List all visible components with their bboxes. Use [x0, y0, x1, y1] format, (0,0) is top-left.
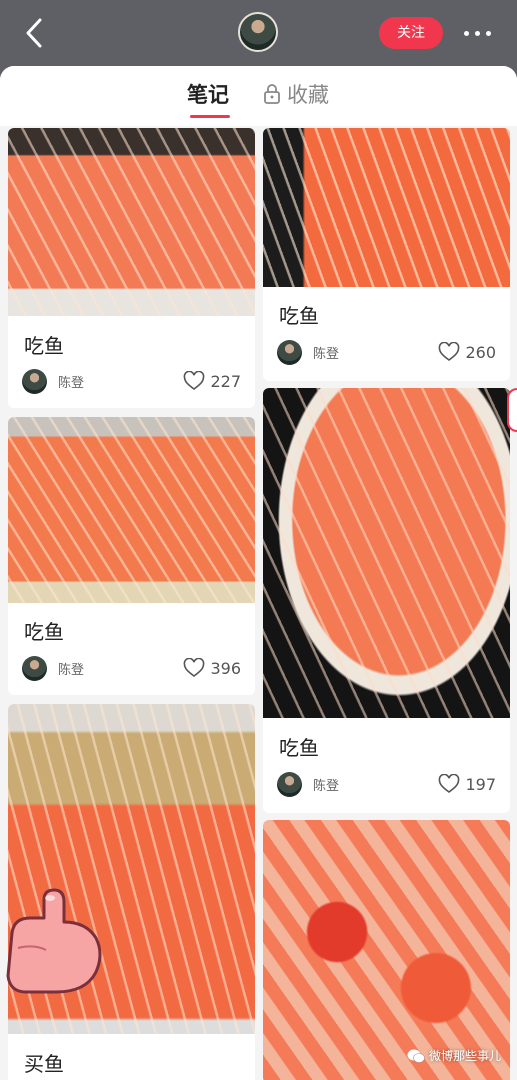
note-title: 吃鱼: [279, 736, 319, 760]
author-avatar: [22, 368, 47, 394]
like-count[interactable]: 260: [438, 339, 496, 365]
author-avatar: [277, 771, 302, 797]
note-title: 吃鱼: [24, 334, 64, 358]
top-bar: 关注: [0, 0, 517, 66]
heart-icon: [439, 342, 460, 361]
floating-side-tab[interactable]: [507, 388, 517, 432]
note-author[interactable]: 陈登: [22, 368, 84, 394]
author-name: 陈登: [313, 778, 340, 794]
note-image: [263, 128, 510, 287]
note-card[interactable]: [263, 820, 510, 1080]
note-title: 买鱼: [24, 1052, 64, 1076]
note-author[interactable]: 陈登: [277, 339, 339, 365]
note-author[interactable]: 陈登: [277, 771, 339, 797]
note-card[interactable]: 吃鱼 陈登 396: [8, 417, 255, 695]
note-card[interactable]: 吃鱼 陈登 197: [263, 388, 510, 813]
like-number: 227: [210, 371, 241, 391]
note-image: [263, 388, 510, 718]
note-author[interactable]: 陈登: [22, 655, 84, 681]
author-name: 陈登: [313, 346, 340, 362]
heart-icon: [439, 774, 460, 793]
like-count[interactable]: 396: [183, 655, 241, 681]
author-avatar: [22, 655, 47, 681]
like-count[interactable]: 227: [183, 368, 241, 394]
author-name: 陈登: [58, 662, 85, 678]
tab-collections[interactable]: 收藏: [263, 80, 329, 110]
back-icon[interactable]: [18, 14, 52, 52]
like-number: 260: [465, 342, 496, 362]
note-card[interactable]: 吃鱼 陈登 227: [8, 128, 255, 408]
like-number: 396: [210, 658, 241, 678]
author-avatar: [277, 339, 302, 365]
heart-icon: [184, 658, 205, 677]
note-title: 吃鱼: [279, 304, 319, 328]
avatar[interactable]: [238, 12, 278, 52]
tab-collections-label: 收藏: [287, 83, 329, 107]
like-number: 197: [465, 774, 496, 794]
like-count[interactable]: 197: [438, 771, 496, 797]
note-card[interactable]: 吃鱼 陈登 260: [263, 128, 510, 381]
note-image: [8, 128, 255, 316]
watermark-text: 微博那些事儿: [428, 1049, 501, 1063]
follow-button[interactable]: 关注: [379, 17, 443, 49]
note-image: [8, 417, 255, 603]
hand-sticker-icon: [6, 888, 102, 994]
more-icon[interactable]: [461, 22, 495, 44]
wechat-icon: [407, 1049, 425, 1063]
note-title: 吃鱼: [24, 620, 64, 644]
note-image: [263, 820, 510, 1080]
heart-icon: [184, 371, 205, 390]
author-name: 陈登: [58, 375, 85, 391]
tab-bar: 笔记 收藏: [0, 66, 517, 126]
lock-icon: [264, 84, 280, 104]
tab-notes[interactable]: 笔记: [187, 80, 229, 110]
tab-active-indicator: [190, 115, 230, 118]
watermark: 微博那些事儿: [407, 1047, 501, 1064]
